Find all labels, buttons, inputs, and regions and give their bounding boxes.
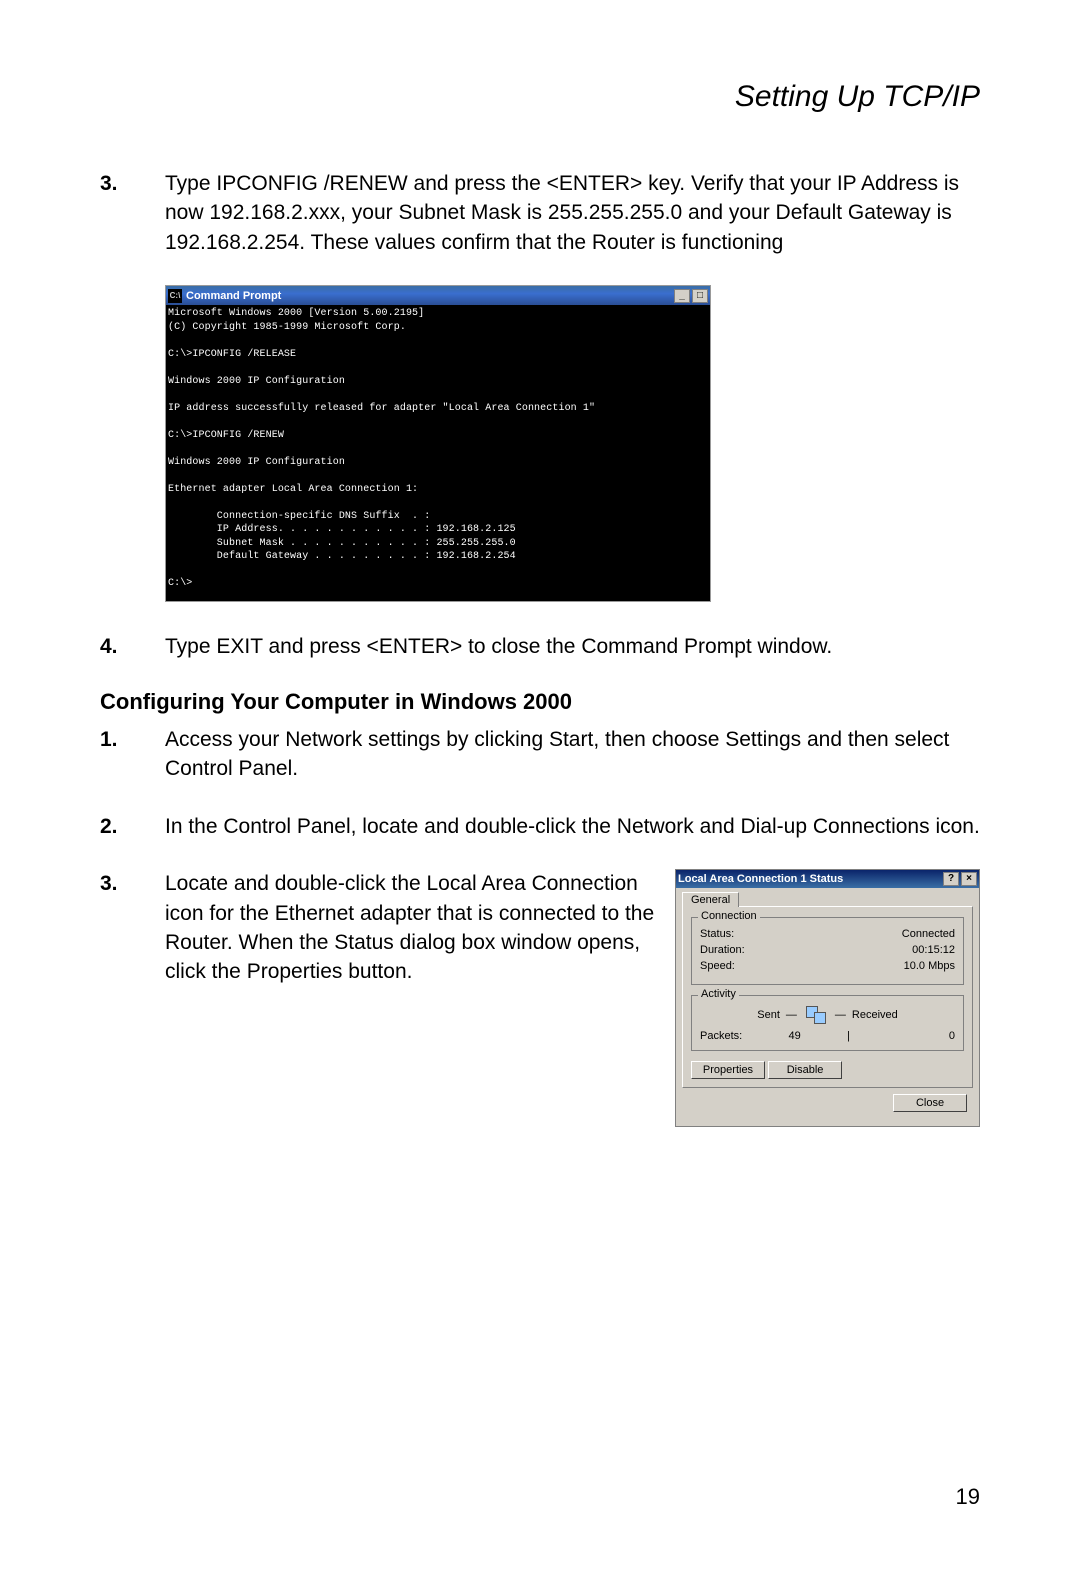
win2000-step-2: 2. In the Control Panel, locate and doub… xyxy=(100,812,980,841)
step-number: 1. xyxy=(100,725,165,784)
group-label: Connection xyxy=(698,910,760,922)
tab-general[interactable]: General xyxy=(682,892,739,907)
cmd-title: Command Prompt xyxy=(186,290,281,302)
win2000-step-3: 3. Locate and double-click the Local Are… xyxy=(100,869,655,1127)
step-4: 4. Type EXIT and press <ENTER> to close … xyxy=(100,632,980,661)
status-label: Status: xyxy=(700,928,734,940)
maximize-button[interactable]: □ xyxy=(692,289,708,303)
speed-value: 10.0 Mbps xyxy=(904,960,955,972)
close-row: Close xyxy=(682,1088,973,1118)
win2000-step-1: 1. Access your Network settings by click… xyxy=(100,725,980,784)
step-number: 2. xyxy=(100,812,165,841)
dash-icon: — xyxy=(786,1009,797,1021)
sent-value: 49 xyxy=(742,1030,847,1042)
document-page: Setting Up TCP/IP 3. Type IPCONFIG /RENE… xyxy=(0,0,1080,1570)
help-button[interactable]: ? xyxy=(943,872,959,886)
speed-label: Speed: xyxy=(700,960,735,972)
speed-row: Speed: 10.0 Mbps xyxy=(700,960,955,972)
status-row: Status: Connected xyxy=(700,928,955,940)
close-dialog-button[interactable]: Close xyxy=(893,1094,967,1112)
tab-row: General xyxy=(682,892,973,907)
cmd-icon: C:\ xyxy=(168,289,182,303)
activity-group: Activity Sent — — Received Packets: 49 | xyxy=(691,995,964,1051)
page-section-title: Setting Up TCP/IP xyxy=(100,80,980,114)
received-label: Received xyxy=(852,1009,898,1021)
step-text: Locate and double-click the Local Area C… xyxy=(165,869,655,1127)
network-icon xyxy=(803,1006,829,1024)
step-text: In the Control Panel, locate and double-… xyxy=(165,812,980,841)
dash-icon: — xyxy=(835,1009,846,1021)
tab-panel-general: Connection Status: Connected Duration: 0… xyxy=(682,906,973,1088)
dialog-body: General Connection Status: Connected Dur… xyxy=(676,888,979,1126)
properties-button[interactable]: Properties xyxy=(691,1061,765,1079)
step-text: Type EXIT and press <ENTER> to close the… xyxy=(165,632,980,661)
button-row: Properties Disable xyxy=(691,1061,964,1079)
dialog-title: Local Area Connection 1 Status xyxy=(678,873,843,885)
page-number: 19 xyxy=(956,1484,980,1510)
step-number: 4. xyxy=(100,632,165,661)
sent-label: Sent xyxy=(757,1009,780,1021)
duration-row: Duration: 00:15:12 xyxy=(700,944,955,956)
connection-status-dialog: Local Area Connection 1 Status ? × Gener… xyxy=(675,869,980,1127)
dialog-titlebar: Local Area Connection 1 Status ? × xyxy=(676,870,979,888)
duration-label: Duration: xyxy=(700,944,745,956)
cmd-titlebar: C:\ Command Prompt _ □ xyxy=(166,286,710,305)
step-number: 3. xyxy=(100,169,165,257)
status-value: Connected xyxy=(902,928,955,940)
step-number: 3. xyxy=(100,869,165,1127)
step-text: Type IPCONFIG /RENEW and press the <ENTE… xyxy=(165,169,980,257)
step-3: 3. Type IPCONFIG /RENEW and press the <E… xyxy=(100,169,980,257)
packets-label: Packets: xyxy=(700,1030,742,1042)
close-button[interactable]: × xyxy=(961,872,977,886)
minimize-button[interactable]: _ xyxy=(674,289,690,303)
packets-row: Packets: 49 | 0 xyxy=(700,1030,955,1042)
disable-button[interactable]: Disable xyxy=(768,1061,842,1079)
received-value: 0 xyxy=(850,1030,955,1042)
section-heading: Configuring Your Computer in Windows 200… xyxy=(100,689,980,715)
duration-value: 00:15:12 xyxy=(912,944,955,956)
connection-group: Connection Status: Connected Duration: 0… xyxy=(691,917,964,985)
command-prompt-window: C:\ Command Prompt _ □ Microsoft Windows… xyxy=(165,285,711,602)
activity-header-row: Sent — — Received xyxy=(700,1006,955,1024)
group-label: Activity xyxy=(698,988,739,1000)
step-text: Access your Network settings by clicking… xyxy=(165,725,980,784)
cmd-output: Microsoft Windows 2000 [Version 5.00.219… xyxy=(166,305,710,601)
step-with-dialog-row: 3. Locate and double-click the Local Are… xyxy=(100,869,980,1127)
